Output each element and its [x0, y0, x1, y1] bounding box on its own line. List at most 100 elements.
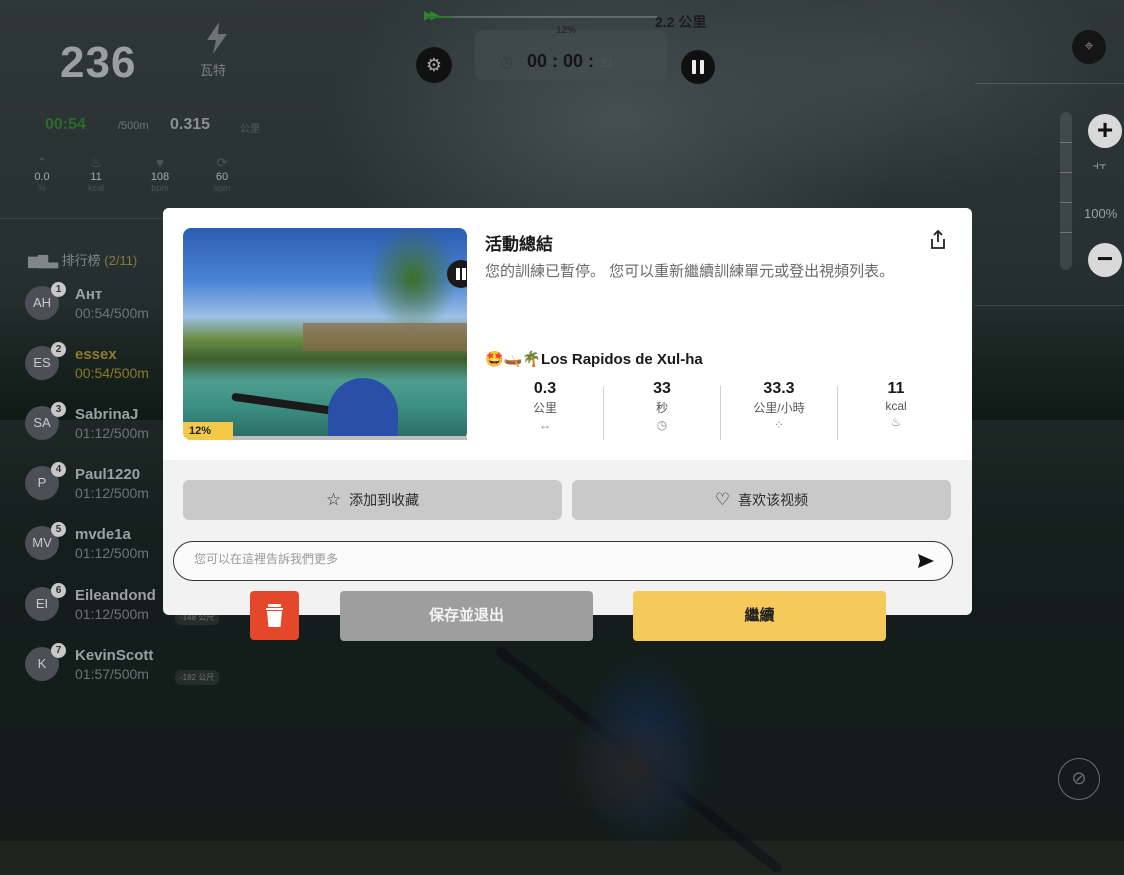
incline-value: 0.0: [34, 171, 50, 183]
leaderboard-name: Paul1220: [75, 466, 141, 483]
thumbnail-progress-badge: 12%: [183, 422, 233, 440]
leaderboard-name: KevinScott: [75, 647, 154, 664]
leaderboard-pace: 01:12/500m: [75, 425, 149, 441]
continue-button[interactable]: 繼續: [633, 591, 886, 641]
leaderboard-header[interactable]: ▆▇▃ 排行榜 (2/11): [28, 250, 137, 269]
star-icon: ☆: [325, 490, 342, 509]
resistance-tick: [1060, 202, 1072, 203]
route-name: Los Rapidos de Xul-ha: [541, 351, 703, 368]
leaderboard-pace: 01:12/500m: [75, 485, 149, 501]
distance-icon: ↔: [539, 418, 551, 432]
leaderboard-name: SabrinaJ: [75, 406, 139, 423]
rank-badge: 6: [51, 583, 66, 598]
resistance-tick: [1060, 232, 1072, 233]
stat-distance: 0.3 公里 ↔: [487, 380, 603, 446]
calorie-unit: kcal: [87, 183, 104, 193]
delete-button[interactable]: [250, 591, 299, 640]
like-video-label: 喜欢该视频: [738, 492, 809, 508]
resistance-increase-button[interactable]: +: [1088, 114, 1122, 148]
heart-rate-unit: bpm: [151, 183, 169, 193]
like-video-button[interactable]: ♡ 喜欢该视频: [572, 480, 951, 520]
resistance-tick: [1060, 142, 1072, 143]
leaderboard-pace: 01:12/500m: [75, 545, 149, 561]
timer-seconds: 33: [599, 56, 613, 70]
stat-calories-value: 11: [887, 380, 905, 397]
resistance-slider[interactable]: [1060, 112, 1072, 270]
cadence-value: 60: [215, 171, 229, 183]
route-emoji: 🤩🛶🌴: [485, 351, 542, 368]
add-to-favorites-label: 添加到收藏: [349, 492, 420, 508]
fast-forward-icon: ▶▶: [424, 8, 440, 22]
distance-unit: 公里: [240, 124, 260, 135]
compass-button[interactable]: ⊘: [1058, 758, 1100, 800]
map-pin-button[interactable]: ⌖: [1072, 30, 1106, 64]
rank-badge: 7: [51, 643, 66, 658]
plus-icon: +: [1096, 114, 1114, 145]
heart-rate-stat: ♥ 108 bpm: [138, 155, 182, 193]
power-value: 236: [60, 38, 137, 87]
incline-icon: ⌃: [36, 155, 48, 170]
heart-icon: ♥: [156, 155, 164, 170]
feedback-input[interactable]: [192, 551, 896, 567]
right-divider: [975, 83, 1124, 84]
stat-distance-value: 0.3: [533, 380, 557, 397]
cadence-stat: ⟳ 60 spm: [200, 155, 244, 193]
settings-button[interactable]: ⚙: [416, 47, 452, 83]
stat-calories-unit: kcal: [885, 399, 907, 413]
stat-calories: 11 kcal ♨: [838, 380, 954, 446]
cadence-unit: spm: [213, 183, 231, 193]
minus-icon: −: [1096, 243, 1114, 274]
rank-badge: 4: [51, 462, 66, 477]
resistance-tick: [1060, 172, 1072, 173]
leaderboard-name: mvde1a: [75, 526, 131, 543]
route-total-distance: 2.2 公里: [655, 14, 707, 30]
video-thumbnail[interactable]: [183, 228, 467, 440]
mini-stats: ⌃ 0.0 % ♨ 11 kcal ♥ 108 bpm ⟳ 60 spm: [20, 155, 240, 205]
thumbnail-kayak: [328, 378, 398, 440]
trash-icon: [266, 604, 283, 627]
timer-main: 00 : 00 :: [527, 51, 595, 71]
stat-speed: 33.3 公里/小時 ⁘: [721, 380, 837, 446]
leaderboard-title: 排行榜: [61, 253, 101, 268]
calorie-value: 11: [90, 171, 102, 183]
thumbnail-pause-icon[interactable]: [447, 260, 467, 288]
calorie-stat: ♨ 11 kcal: [74, 155, 118, 193]
share-icon[interactable]: [929, 230, 947, 250]
leaderboard-pace: 01:12/500m: [75, 606, 149, 622]
flame-icon: ♨: [90, 155, 102, 170]
route-progress-fill: [425, 16, 453, 18]
leaderboard-count: (2/11): [104, 253, 138, 268]
pause-button[interactable]: [681, 50, 715, 84]
add-to-favorites-button[interactable]: ☆ 添加到收藏: [183, 480, 562, 520]
stat-time: 33 秒 ◷: [604, 380, 720, 446]
distance-value: 0.315: [170, 116, 211, 133]
leaderboard-name: essex: [75, 346, 117, 363]
send-icon[interactable]: [916, 551, 936, 571]
leaderboard-name: Aнт: [75, 286, 103, 303]
route-title: 🤩🛶🌴Los Rapidos de Xul-ha: [485, 350, 703, 368]
summary-stats: 0.3 公里 ↔ 33 秒 ◷ 33.3 公里/小時 ⁘ 11 kcal ♨: [487, 380, 953, 446]
heart-rate-value: 108: [150, 171, 170, 183]
resistance-decrease-button[interactable]: −: [1088, 243, 1122, 277]
rank-badge: 2: [51, 342, 66, 357]
leaderboard-row: K 7 KevinScott 01:57/500m -182 公尺: [25, 643, 255, 693]
leaderboard-pace: 01:57/500m: [75, 666, 149, 682]
modal-description: 您的訓練已暫停。 您可以重新繼續訓練單元或登出視頻列表。: [485, 263, 895, 280]
stat-time-unit: 秒: [655, 401, 668, 415]
rank-badge: 3: [51, 402, 66, 417]
dumbbell-icon: ⫞⫟: [1093, 158, 1107, 172]
save-and-exit-button[interactable]: 保存並退出: [340, 591, 593, 641]
split-time: 00:54: [45, 116, 86, 133]
modal-title: 活動總結: [485, 235, 553, 254]
bolt-icon: [207, 22, 227, 54]
feedback-field[interactable]: [173, 541, 953, 581]
rank-badge: 1: [51, 282, 66, 297]
speed-icon: ⁘: [773, 418, 785, 432]
elapsed-timer: 00 : 00 : 33: [527, 51, 612, 72]
stat-speed-value: 33.3: [763, 380, 795, 397]
gear-icon: ⚙: [425, 55, 443, 75]
leaderboard-gap: -182 公尺: [175, 670, 220, 685]
resistance-percent: 100%: [1084, 206, 1118, 221]
leaderboard-name: Eileandond: [75, 587, 156, 604]
flame-icon: ♨: [890, 415, 902, 429]
